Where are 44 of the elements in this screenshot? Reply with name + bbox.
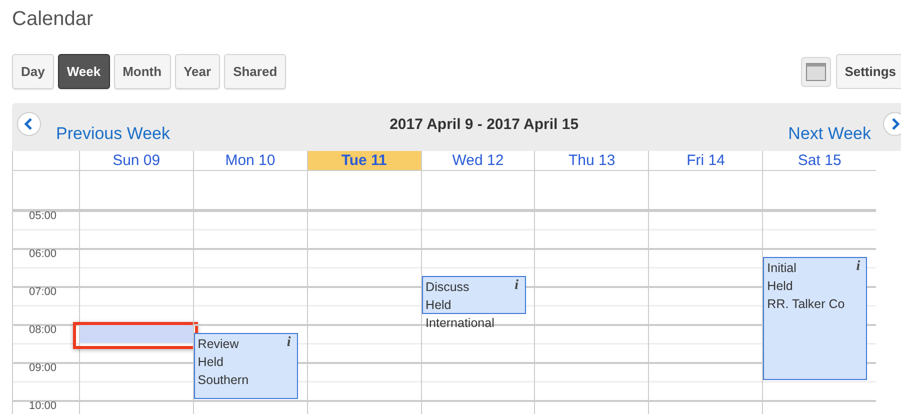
view-tab[interactable]: Day bbox=[12, 54, 54, 89]
day-header[interactable]: Fri 14 bbox=[648, 151, 762, 170]
next-button[interactable] bbox=[883, 112, 901, 136]
info-icon[interactable]: i bbox=[514, 278, 519, 294]
view-tab[interactable]: Shared bbox=[224, 54, 286, 89]
event-text: Held bbox=[198, 354, 224, 370]
time-label: 07:00 bbox=[29, 287, 57, 298]
day-header[interactable]: Thu 13 bbox=[534, 151, 648, 170]
week-range-title: 2017 April 9 - 2017 April 15 bbox=[388, 116, 580, 133]
time-label: 09:00 bbox=[29, 363, 57, 374]
time-label: 05:00 bbox=[29, 211, 57, 222]
time-label: 08:00 bbox=[29, 325, 57, 336]
page-title: Calendar bbox=[12, 8, 94, 32]
event-text: Southern bbox=[198, 372, 249, 388]
event-text: RR. Talker Co bbox=[767, 296, 845, 312]
day-header[interactable]: Wed 12 bbox=[420, 151, 534, 170]
day-header[interactable]: Tue 11 bbox=[306, 151, 421, 170]
time-label: 10:00 bbox=[29, 401, 57, 412]
view-tab[interactable]: Year bbox=[174, 54, 220, 89]
calendar-event[interactable]: Initial Held RR. Talker Co i bbox=[763, 256, 868, 380]
view-tab[interactable]: Week bbox=[58, 54, 110, 89]
event-text: Held bbox=[426, 296, 452, 314]
calendar-event[interactable]: Review Held Southern i bbox=[194, 332, 298, 399]
info-icon[interactable]: i bbox=[286, 334, 291, 350]
previous-week-link[interactable]: Previous Week bbox=[56, 124, 170, 144]
event-text: Held bbox=[767, 278, 793, 294]
chevron-left-icon bbox=[24, 118, 34, 130]
calendar-grid-button[interactable] bbox=[800, 56, 831, 86]
time-label: 06:00 bbox=[29, 249, 57, 260]
chevron-right-icon bbox=[890, 118, 900, 130]
day-column[interactable]: Initial Held RR. Talker Co i bbox=[762, 211, 876, 414]
event-text: International bbox=[426, 314, 494, 332]
view-tab[interactable]: Month bbox=[114, 54, 171, 89]
info-icon[interactable]: i bbox=[856, 258, 860, 274]
next-week-link[interactable]: Next Week bbox=[788, 124, 871, 144]
day-column[interactable]: Review Held Southern i bbox=[192, 211, 307, 414]
day-column[interactable]: Discuss Held International i bbox=[420, 211, 534, 414]
event-text: Initial bbox=[767, 260, 796, 276]
day-header[interactable]: Sun 09 bbox=[78, 151, 193, 170]
event-text: Discuss bbox=[426, 278, 470, 296]
day-header[interactable]: Sat 15 bbox=[762, 151, 876, 170]
event-text: Review bbox=[198, 336, 239, 352]
previous-button[interactable] bbox=[17, 112, 41, 136]
settings-button[interactable]: Settings bbox=[836, 54, 901, 89]
